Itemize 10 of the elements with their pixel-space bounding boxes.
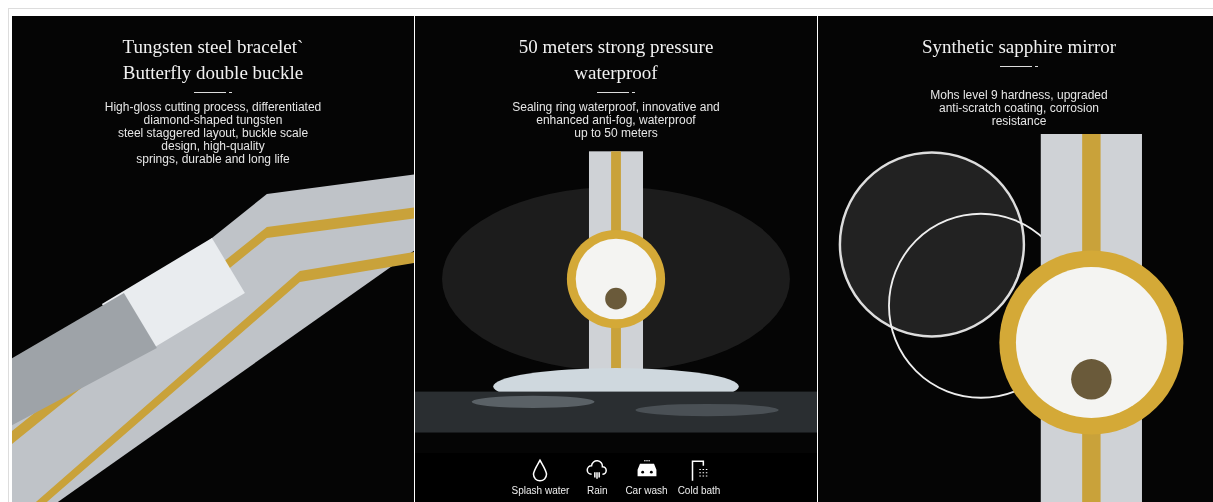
feature-label: Cold bath <box>677 485 721 496</box>
panel-description: High-gloss cutting process, differentiated diamond-shaped tungsten steel staggered layout, buckle scale design, high-quality springs, durable and long life <box>104 101 322 166</box>
feature-label: Splash water <box>511 485 570 496</box>
panel-description: Sealing ring waterproof, innovative and enhanced anti-fog, waterproof up to 50 meters <box>512 101 720 140</box>
feature-label: Car wash <box>625 485 668 496</box>
panel-title: 50 meters strong pressure waterproof <box>518 35 714 85</box>
feature-label: Rain <box>587 485 608 496</box>
panel-description: Mohs level 9 hardness, upgraded anti-scratch coating, corrosion resistance <box>930 89 1108 128</box>
panel-title: Tungsten steel bracelet` Butterfly double buckle <box>122 35 304 85</box>
panel-title: Synthetic sapphire mirror <box>921 35 1117 59</box>
